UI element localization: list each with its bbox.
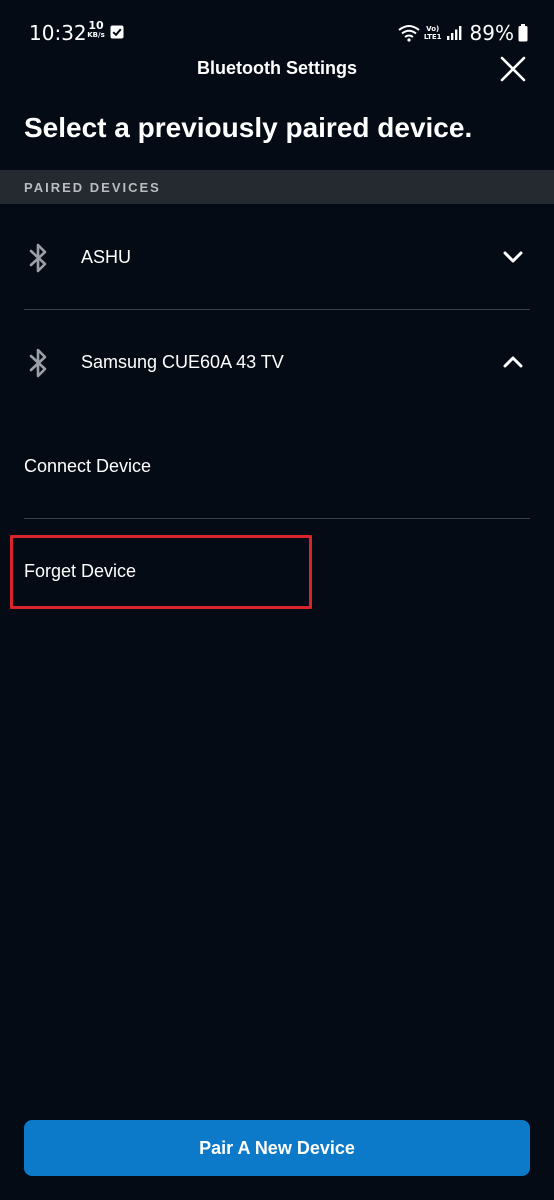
header-title: Bluetooth Settings — [197, 58, 357, 78]
chevron-down-icon[interactable] — [502, 249, 524, 265]
battery-icon — [518, 24, 528, 42]
status-icons: Vo) LTE1 89% — [398, 21, 528, 45]
chevron-up-icon[interactable] — [502, 354, 524, 370]
highlight-box — [10, 535, 312, 609]
status-bar: 10:32 10 KB/s Vo) LTE1 89% — [0, 0, 554, 58]
network-speed-unit: KB/s — [87, 31, 105, 39]
network-speed-value: 10 — [88, 19, 104, 32]
pair-new-device-button[interactable]: Pair A New Device — [24, 1120, 530, 1176]
section-header-paired-devices: PAIRED DEVICES — [0, 170, 554, 204]
checkbox-notification-icon — [110, 25, 124, 39]
bluetooth-icon — [29, 243, 47, 273]
battery-percent: 89% — [469, 21, 514, 45]
close-icon[interactable] — [500, 56, 526, 82]
volte-line2: LTE1 — [423, 33, 442, 41]
network-speed-indicator: 10 KB/s — [85, 19, 107, 40]
wifi-icon — [398, 25, 420, 42]
section-label: PAIRED DEVICES — [24, 180, 161, 195]
volte-indicator: Vo) LTE1 — [424, 25, 442, 41]
device-name: ASHU — [81, 247, 132, 267]
screen: 10:32 10 KB/s Vo) LTE1 89% Bluetooth Set… — [0, 0, 554, 1200]
status-time: 10:32 — [29, 21, 87, 45]
connect-device-button[interactable]: Connect Device — [24, 456, 151, 477]
device-row-ashu[interactable]: ASHU — [0, 205, 554, 309]
volte-line1: Vo) — [426, 25, 440, 33]
device-name: Samsung CUE60A 43 TV — [81, 352, 284, 372]
divider — [24, 518, 530, 519]
device-row-samsung-tv[interactable]: Samsung CUE60A 43 TV — [0, 310, 554, 414]
bluetooth-icon — [29, 348, 47, 378]
signal-icon — [446, 26, 461, 40]
page-title: Select a previously paired device. — [24, 112, 473, 143]
